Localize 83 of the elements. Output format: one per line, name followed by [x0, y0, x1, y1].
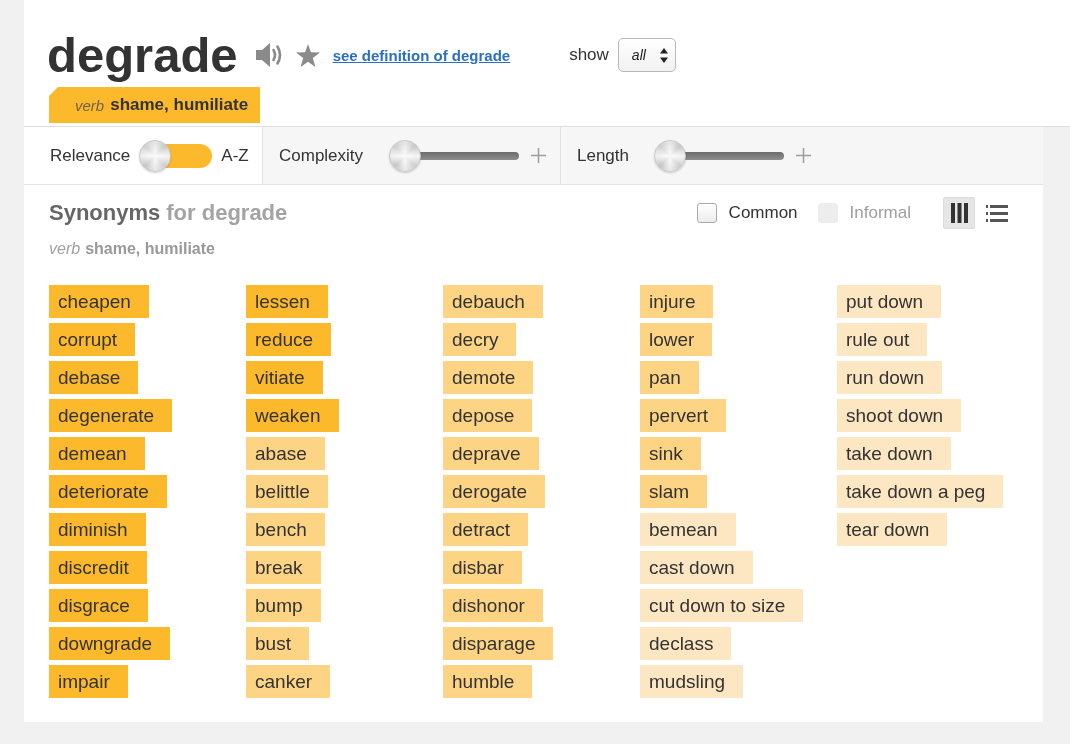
synonym-link[interactable]: discredit [49, 551, 147, 584]
synonym-link[interactable]: disparage [443, 627, 554, 660]
slider[interactable] [654, 139, 784, 172]
switch-knob[interactable] [139, 139, 172, 172]
show-select[interactable]: all [617, 38, 676, 72]
synonym-link[interactable]: bust [246, 627, 309, 660]
synonym-link[interactable]: demean [49, 437, 145, 470]
synonym-link[interactable]: deprave [443, 437, 539, 470]
synonym-link[interactable]: run down [837, 361, 943, 394]
checkbox-label[interactable]: Common [728, 203, 798, 223]
synonym-link[interactable]: vitiate [246, 361, 323, 394]
plus-icon[interactable] [796, 148, 811, 163]
synonym-link[interactable]: bench [246, 513, 325, 546]
synonym-link[interactable]: break [246, 551, 321, 584]
synonym-link[interactable]: sink [640, 437, 701, 470]
part-of-speech: verb [49, 240, 81, 258]
sense-gloss: shame, humiliate [85, 240, 215, 258]
sort-switch[interactable] [139, 139, 213, 172]
synonym-link[interactable]: detract [443, 513, 529, 546]
synonym-link[interactable]: pan [640, 361, 699, 394]
synonym-link[interactable]: tear down [837, 513, 948, 546]
synonym-link[interactable]: abase [246, 437, 325, 470]
synonym-link[interactable]: injure [640, 285, 714, 318]
synonym-link[interactable]: take down [837, 437, 951, 470]
synonym-link[interactable]: reduce [246, 323, 332, 356]
headword: degrade [47, 27, 238, 84]
synonym-link[interactable]: depose [443, 399, 533, 432]
sense-gloss: shame, humiliate [110, 95, 249, 115]
show-label: show [569, 45, 609, 65]
synonym-link[interactable]: canker [246, 665, 331, 698]
synonym-link[interactable]: take down a peg [837, 475, 1004, 508]
synonym-link[interactable]: put down [837, 285, 942, 318]
synonym-link[interactable]: belittle [246, 475, 328, 508]
sense-tab[interactable]: verb shame, humiliate [49, 87, 261, 123]
synonym-link[interactable]: weaken [246, 399, 339, 432]
synonym-link[interactable]: derogate [443, 475, 545, 508]
columns-icon [950, 203, 968, 223]
synonym-link[interactable]: shoot down [837, 399, 962, 432]
synonym-link[interactable]: dishonor [443, 589, 543, 622]
checkbox-label: Informal [849, 203, 911, 223]
heading-headword: for degrade [166, 200, 288, 226]
star-icon[interactable] [295, 43, 320, 67]
view-toggle-button[interactable] [943, 197, 975, 229]
synonym-link[interactable]: lessen [246, 285, 328, 318]
synonym-link[interactable]: decry [443, 323, 517, 356]
synonym-link[interactable]: demote [443, 361, 534, 394]
sort-option-label[interactable]: Relevance [50, 145, 131, 166]
plus-icon[interactable] [531, 148, 547, 163]
synonym-link[interactable]: disbar [443, 551, 522, 584]
sort-option-label[interactable]: A-Z [221, 145, 249, 166]
slider-label: Length [577, 145, 629, 166]
synonym-link[interactable]: bemean [640, 513, 736, 546]
synonym-link[interactable]: bump [246, 589, 321, 622]
synonym-link[interactable]: debase [49, 361, 139, 394]
definition-link[interactable]: see definition of degrade [332, 46, 511, 64]
synonym-link[interactable]: downgrade [49, 627, 171, 660]
slider-thumb[interactable] [389, 139, 422, 172]
synonym-link[interactable]: diminish [49, 513, 146, 546]
synonym-link[interactable]: mudsling [640, 665, 744, 698]
synonym-link[interactable]: pervert [640, 399, 727, 432]
synonym-link[interactable]: cut down to size [640, 589, 804, 622]
synonym-link[interactable]: impair [49, 665, 128, 698]
synonym-link[interactable]: rule out [837, 323, 928, 356]
list-icon [986, 204, 1008, 222]
synonym-link[interactable]: declass [640, 627, 732, 660]
synonyms-heading: Synonyms [49, 200, 161, 226]
slider-thumb[interactable] [654, 139, 686, 172]
slider-label: Complexity [279, 145, 364, 166]
up-down-arrows-icon [659, 47, 668, 63]
synonym-link[interactable]: lower [640, 323, 713, 356]
synonym-link[interactable]: cast down [640, 551, 753, 584]
slider[interactable] [389, 139, 520, 172]
part-of-speech: verb [75, 96, 105, 114]
synonym-link[interactable]: humble [443, 665, 533, 698]
synonym-link[interactable]: corrupt [49, 323, 136, 356]
synonym-link[interactable]: deteriorate [49, 475, 167, 508]
synonym-link[interactable]: disgrace [49, 589, 148, 622]
checkbox[interactable] [696, 203, 717, 223]
synonym-link[interactable]: slam [640, 475, 708, 508]
speaker-icon[interactable] [254, 42, 283, 68]
synonym-link[interactable]: cheapen [49, 285, 149, 318]
synonym-link[interactable]: degenerate [49, 399, 173, 432]
synonym-link[interactable]: debauch [443, 285, 543, 318]
